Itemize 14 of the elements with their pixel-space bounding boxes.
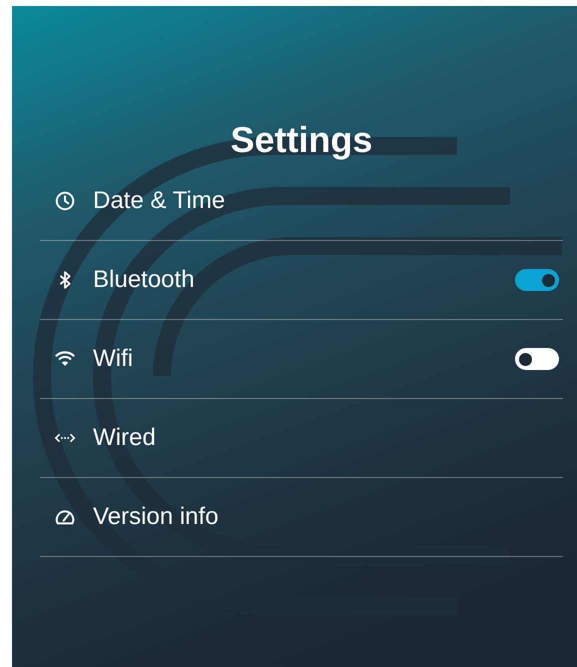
settings-row[interactable]: Bluetooth [40,241,563,320]
row-label: Date & Time [93,187,226,215]
row-label: Bluetooth [93,266,196,294]
toggle-switch[interactable] [515,348,559,370]
settings-row[interactable]: Date & Time [40,162,563,241]
clock-icon [54,190,76,212]
row-label: Wired [93,424,157,452]
row-label: Wifi [93,345,134,373]
page-title: Settings [229,118,374,162]
settings-row[interactable]: Version info [40,478,563,557]
row-label: Version info [93,503,220,531]
toggle-switch[interactable] [515,269,559,291]
settings-row[interactable]: Wifi [40,320,563,399]
settings-row[interactable]: Wired [40,399,563,478]
